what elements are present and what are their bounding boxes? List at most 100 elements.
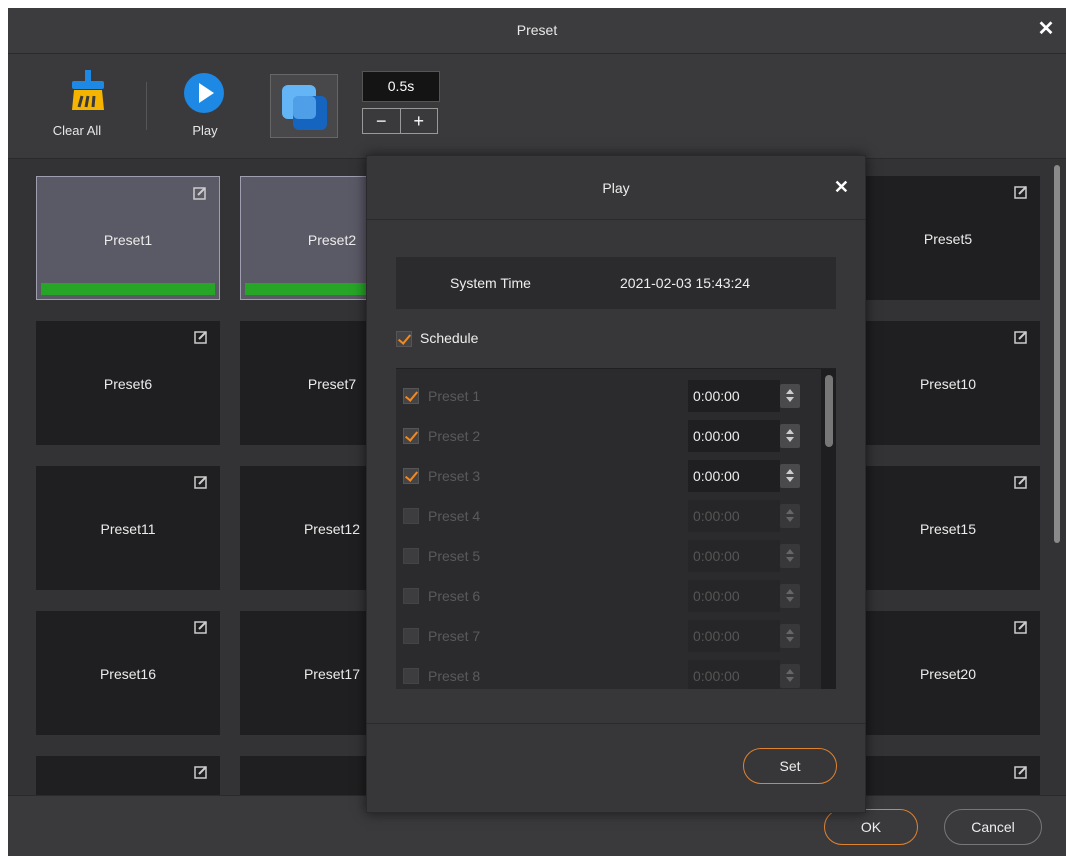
time-input[interactable]: 0:00:00 [688, 420, 780, 452]
toolbar: Clear All Play 0.5s − + [8, 54, 1066, 159]
edit-icon[interactable] [193, 186, 207, 200]
row-preset-name: Preset 3 [428, 468, 481, 484]
preset-tile[interactable]: Preset5 [856, 176, 1040, 300]
edit-icon[interactable] [1014, 620, 1028, 634]
time-spinner[interactable] [780, 544, 800, 568]
play-label: Play [192, 123, 218, 138]
preset-tile[interactable] [36, 756, 220, 795]
close-icon[interactable]: ✕ [1036, 19, 1056, 39]
edit-icon[interactable] [194, 330, 208, 344]
clear-all-label: Clear All [52, 123, 102, 138]
system-time-label: System Time [450, 275, 531, 291]
copy-preset-button[interactable] [270, 74, 338, 138]
preset-name: Preset20 [919, 666, 977, 682]
row-preset-name: Preset 1 [428, 388, 481, 404]
edit-icon[interactable] [1014, 330, 1028, 344]
time-input[interactable]: 0:00:00 [688, 380, 780, 412]
time-spinner[interactable] [780, 424, 800, 448]
play-button[interactable]: Play [180, 72, 228, 138]
row-checkbox[interactable] [403, 668, 419, 684]
time-spinner[interactable] [780, 384, 800, 408]
row-preset-name: Preset 6 [428, 588, 481, 604]
preset-tile[interactable] [856, 756, 1040, 795]
row-checkbox[interactable] [403, 508, 419, 524]
schedule-row: Preset 6 0:00:00 [396, 576, 816, 616]
progress-bar [41, 283, 215, 295]
cancel-button[interactable]: Cancel [944, 809, 1042, 845]
schedule-checkbox[interactable] [396, 331, 412, 347]
preset-tile[interactable]: Preset11 [36, 466, 220, 590]
preset-name: Preset6 [103, 376, 153, 392]
row-checkbox[interactable] [403, 388, 419, 404]
interval-display: 0.5s [362, 71, 440, 102]
edit-icon[interactable] [194, 765, 208, 779]
time-spinner[interactable] [780, 584, 800, 608]
dialog-close-icon[interactable]: ✕ [834, 178, 849, 196]
preset-name: Preset11 [100, 521, 156, 537]
preset-tile[interactable]: Preset10 [856, 321, 1040, 445]
system-time-value: 2021-02-03 15:43:24 [620, 275, 750, 291]
schedule-label: Schedule [420, 330, 479, 346]
set-button[interactable]: Set [743, 748, 837, 784]
system-time-panel: System Time 2021-02-03 15:43:24 [396, 257, 836, 309]
schedule-row: Preset 4 0:00:00 [396, 496, 816, 536]
ok-button[interactable]: OK [824, 809, 918, 845]
schedule-row: Preset 7 0:00:00 [396, 616, 816, 656]
row-preset-name: Preset 7 [428, 628, 481, 644]
time-input[interactable]: 0:00:00 [688, 540, 780, 572]
time-spinner[interactable] [780, 664, 800, 688]
row-checkbox[interactable] [403, 628, 419, 644]
preset-tile[interactable]: Preset15 [856, 466, 1040, 590]
row-preset-name: Preset 5 [428, 548, 481, 564]
copy-icon [282, 85, 327, 130]
scrollbar-thumb[interactable] [825, 375, 833, 447]
clear-all-button[interactable]: Clear All [52, 70, 124, 138]
broom-icon [72, 70, 104, 110]
row-checkbox[interactable] [403, 428, 419, 444]
preset-name: Preset1 [103, 232, 153, 248]
time-spinner[interactable] [780, 504, 800, 528]
decrease-button[interactable]: − [363, 109, 401, 133]
schedule-row: Preset 5 0:00:00 [396, 536, 816, 576]
time-input[interactable]: 0:00:00 [688, 660, 780, 689]
time-input[interactable]: 0:00:00 [688, 500, 780, 532]
dialog-title-bar: Play ✕ [367, 156, 865, 220]
time-input[interactable]: 0:00:00 [688, 460, 780, 492]
toolbar-separator [146, 82, 147, 130]
grid-scrollbar[interactable] [1054, 165, 1060, 543]
list-scrollbar[interactable] [821, 369, 836, 689]
preset-name: Preset10 [919, 376, 977, 392]
edit-icon[interactable] [1014, 765, 1028, 779]
preset-tile[interactable]: Preset6 [36, 321, 220, 445]
time-spinner[interactable] [780, 624, 800, 648]
window-title: Preset [516, 22, 558, 38]
schedule-row: Preset 3 0:00:00 [396, 456, 816, 496]
time-input[interactable]: 0:00:00 [688, 620, 780, 652]
increase-button[interactable]: + [401, 109, 438, 133]
schedule-list: Preset 1 0:00:00 Preset 2 0:00:00 Preset… [396, 368, 836, 689]
row-preset-name: Preset 8 [428, 668, 481, 684]
title-bar: Preset ✕ [8, 8, 1066, 54]
time-spinner[interactable] [780, 464, 800, 488]
interval-stepper: − + [362, 108, 438, 134]
preset-tile[interactable]: Preset16 [36, 611, 220, 735]
dialog-divider [367, 723, 865, 724]
edit-icon[interactable] [1014, 185, 1028, 199]
row-preset-name: Preset 4 [428, 508, 481, 524]
schedule-row: Preset 2 0:00:00 [396, 416, 816, 456]
row-checkbox[interactable] [403, 548, 419, 564]
row-checkbox[interactable] [403, 468, 419, 484]
preset-name: Preset5 [923, 231, 973, 247]
edit-icon[interactable] [194, 620, 208, 634]
row-checkbox[interactable] [403, 588, 419, 604]
dialog-title: Play [602, 180, 630, 196]
edit-icon[interactable] [194, 475, 208, 489]
play-dialog: Play ✕ System Time 2021-02-03 15:43:24 S… [366, 155, 866, 813]
preset-tile[interactable]: Preset20 [856, 611, 1040, 735]
row-preset-name: Preset 2 [428, 428, 481, 444]
preset-name: Preset16 [99, 666, 157, 682]
time-input[interactable]: 0:00:00 [688, 580, 780, 612]
preset-tile[interactable]: Preset1 [36, 176, 220, 300]
schedule-row: Preset 8 0:00:00 [396, 656, 816, 689]
edit-icon[interactable] [1014, 475, 1028, 489]
